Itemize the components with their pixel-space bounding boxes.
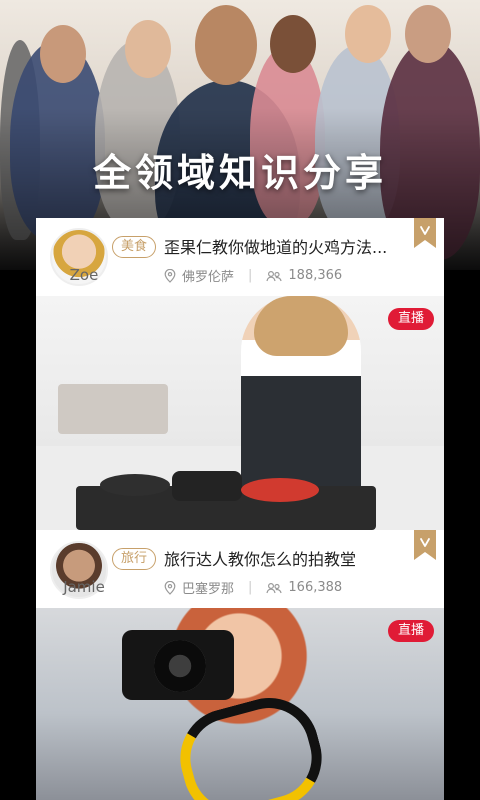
live-card[interactable]: Zoe 美食 歪果仁教你做地道的火鸡方法... 佛罗伦萨 | 188,366	[36, 218, 444, 296]
card-title[interactable]: 旅行达人教你怎么的拍教堂	[164, 546, 414, 570]
card-title[interactable]: 歪果仁教你做地道的火鸡方法...	[164, 234, 414, 258]
live-badge: 直播	[388, 308, 434, 330]
people-icon	[266, 582, 283, 594]
viewer-count: 188,366	[288, 268, 343, 283]
category-tag[interactable]: 旅行	[112, 548, 157, 570]
live-thumbnail[interactable]: 直播	[36, 296, 444, 530]
people-icon	[266, 270, 283, 282]
live-thumbnail[interactable]: 直播	[36, 608, 444, 800]
meta-divider: |	[248, 580, 253, 595]
meta-divider: |	[248, 268, 253, 283]
card-meta: 巴塞罗那 | 166,388	[164, 578, 342, 597]
bookmark-ribbon-icon[interactable]	[414, 218, 436, 248]
location-pin-icon	[164, 268, 176, 283]
location-text: 佛罗伦萨	[182, 270, 235, 285]
location-text: 巴塞罗那	[182, 582, 235, 597]
live-badge: 直播	[388, 620, 434, 642]
username: Zoe	[69, 266, 99, 284]
username: Jamie	[63, 578, 105, 596]
viewer-count: 166,388	[288, 580, 343, 595]
bookmark-ribbon-icon[interactable]	[414, 530, 436, 560]
location-pin-icon	[164, 580, 176, 595]
live-card[interactable]: Jamie 旅行 旅行达人教你怎么的拍教堂 巴塞罗那 | 166,388	[36, 530, 444, 608]
hero-title: 全领域知识分享	[92, 151, 387, 195]
card-meta: 佛罗伦萨 | 188,366	[164, 266, 342, 285]
category-tag[interactable]: 美食	[112, 236, 157, 258]
